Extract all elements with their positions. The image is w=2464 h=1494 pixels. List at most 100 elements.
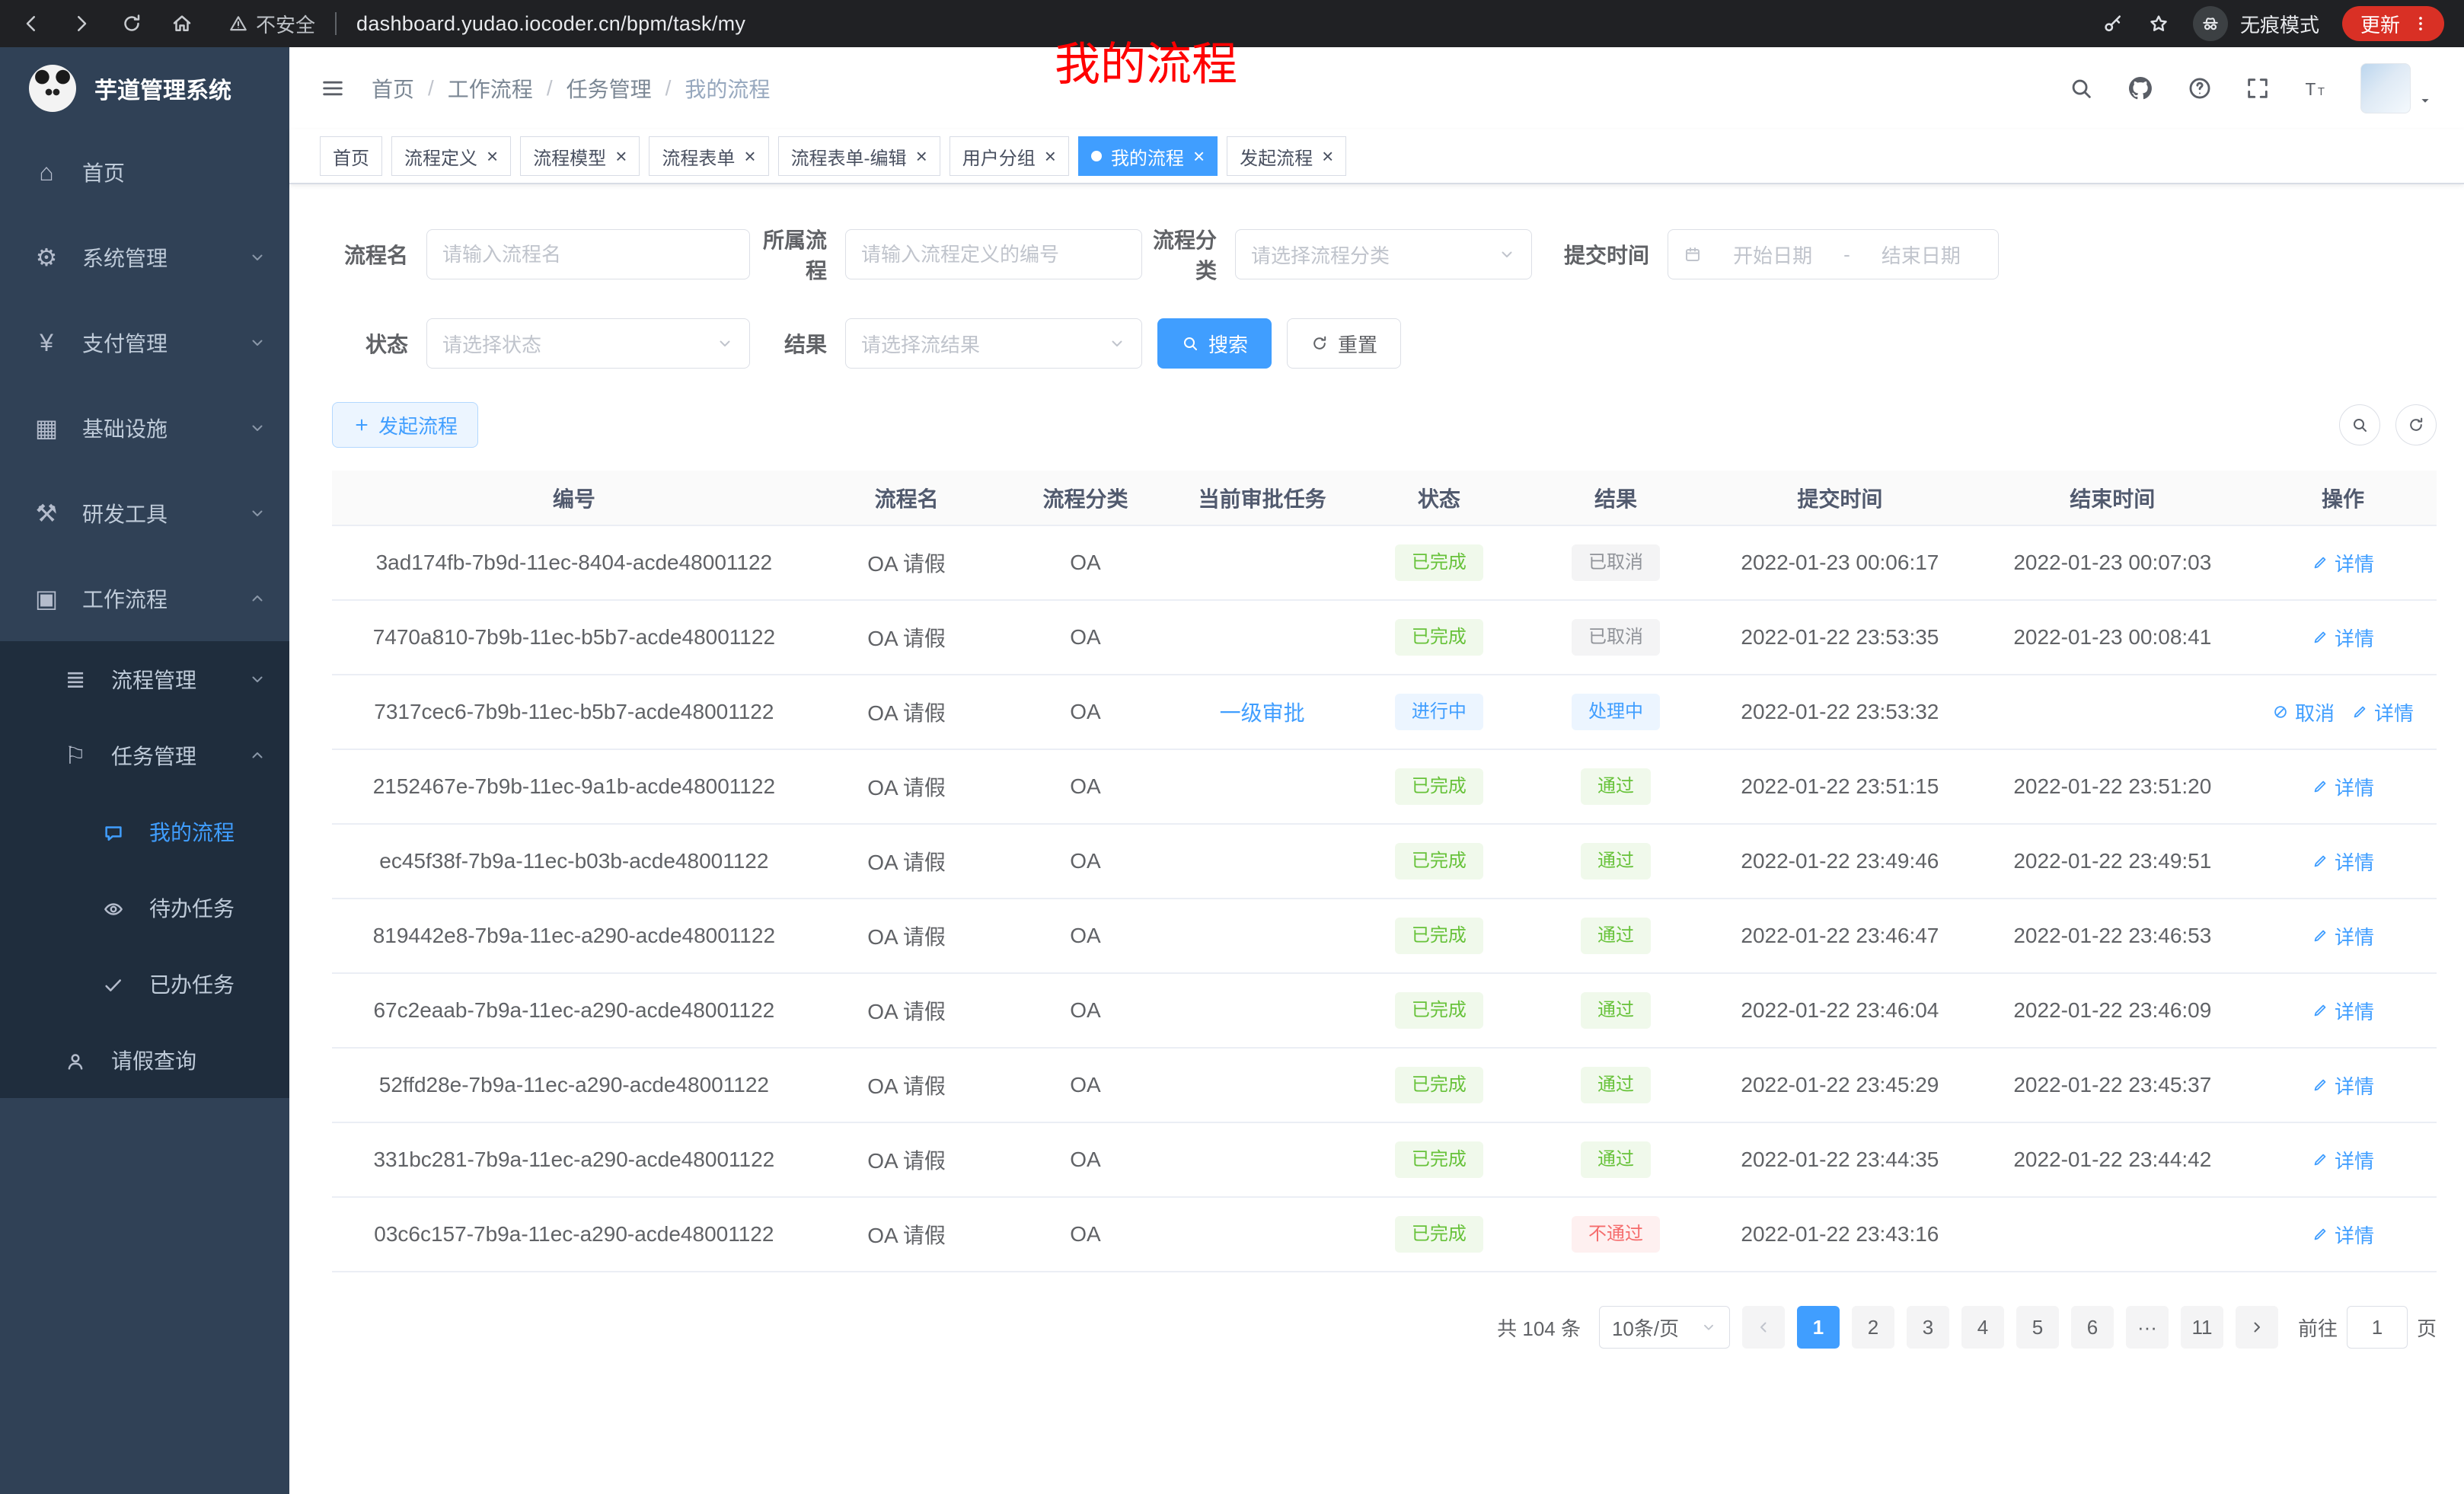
search-button[interactable]: 搜索 <box>1157 318 1272 369</box>
reload-button[interactable] <box>120 12 143 35</box>
page-button[interactable]: 11 <box>2181 1306 2223 1349</box>
tab-process-model[interactable]: 流程模型 × <box>520 136 640 176</box>
result-select[interactable]: 请选择流结果 <box>845 318 1142 369</box>
page-button[interactable]: 4 <box>1961 1306 2004 1349</box>
task-link[interactable]: 一级审批 <box>1220 701 1305 725</box>
reset-button[interactable]: 重置 <box>1287 318 1401 369</box>
sidebar-item-done-tasks[interactable]: 已办任务 <box>0 946 289 1022</box>
sidebar-item-label: 支付管理 <box>82 327 168 358</box>
cell-name: OA 请假 <box>816 824 997 899</box>
detail-link[interactable]: 详情 <box>2312 1221 2374 1249</box>
close-icon[interactable]: × <box>487 146 498 166</box>
detail-link[interactable]: 详情 <box>2312 848 2374 876</box>
page-button[interactable]: 3 <box>1907 1306 1949 1349</box>
forward-button[interactable] <box>70 12 93 35</box>
page-button[interactable]: 2 <box>1852 1306 1894 1349</box>
start-process-button[interactable]: 发起流程 <box>332 402 478 448</box>
tab-process-form-edit[interactable]: 流程表单-编辑 × <box>778 136 940 176</box>
check-icon <box>97 970 129 998</box>
search-icon[interactable] <box>2068 75 2094 101</box>
collapse-sidebar-button[interactable] <box>320 75 346 101</box>
next-page-button[interactable] <box>2236 1306 2278 1349</box>
sidebar-item-system[interactable]: ⚙ 系统管理 <box>0 215 289 300</box>
process-name-input[interactable] <box>442 243 734 267</box>
status-select[interactable]: 请选择状态 <box>426 318 750 369</box>
update-button[interactable]: 更新 <box>2342 6 2444 41</box>
home-button[interactable] <box>171 12 193 35</box>
refresh-table-button[interactable] <box>2395 404 2437 445</box>
edit-icon <box>2312 1226 2328 1243</box>
sidebar-item-task-mgmt[interactable]: ⚐ 任务管理 <box>0 717 289 793</box>
avatar-dropdown[interactable] <box>2360 63 2434 113</box>
key-icon[interactable] <box>2102 12 2124 35</box>
jump-page-input[interactable] <box>2347 1306 2408 1349</box>
edit-icon <box>2312 853 2328 870</box>
bookmark-star-button[interactable] <box>2147 12 2170 35</box>
cell-submit-time: 2022-01-22 23:45:29 <box>1704 1048 1976 1122</box>
tab-home[interactable]: 首页 <box>320 136 382 176</box>
close-icon[interactable]: × <box>1193 146 1205 166</box>
tab-my-process[interactable]: 我的流程 × <box>1078 136 1218 176</box>
status-badge: 已完成 <box>1395 918 1483 954</box>
breadcrumb-item[interactable]: 任务管理 <box>567 73 652 104</box>
detail-link[interactable]: 详情 <box>2351 698 2414 726</box>
back-button[interactable] <box>20 12 43 35</box>
process-def-input[interactable] <box>861 243 1126 267</box>
breadcrumb-item[interactable]: 首页 <box>372 73 414 104</box>
sidebar-item-devtools[interactable]: ⚒ 研发工具 <box>0 471 289 556</box>
sidebar-item-my-process[interactable]: 我的流程 <box>0 793 289 870</box>
cell-id: 67c2eaab-7b9a-11ec-a290-acde48001122 <box>332 973 816 1048</box>
detail-link[interactable]: 详情 <box>2312 549 2374 577</box>
close-icon[interactable]: × <box>1322 146 1333 166</box>
detail-link[interactable]: 详情 <box>2312 1071 2374 1100</box>
fullscreen-icon[interactable] <box>2245 75 2271 101</box>
page-button[interactable]: 5 <box>2016 1306 2059 1349</box>
detail-link[interactable]: 详情 <box>2312 997 2374 1025</box>
tab-user-group[interactable]: 用户分组 × <box>950 136 1069 176</box>
edit-icon <box>2312 927 2328 944</box>
tab-process-definition[interactable]: 流程定义 × <box>391 136 511 176</box>
result-badge: 已取消 <box>1572 619 1660 656</box>
detail-link[interactable]: 详情 <box>2312 922 2374 950</box>
detail-link[interactable]: 详情 <box>2312 1146 2374 1174</box>
sidebar-item-infrastructure[interactable]: ▦ 基础设施 <box>0 385 289 471</box>
cell-id: 2152467e-7b9b-11ec-9a1b-acde48001122 <box>332 749 816 824</box>
page-size-select[interactable]: 10条/页 <box>1599 1306 1730 1349</box>
toggle-search-button[interactable] <box>2339 404 2380 445</box>
close-icon[interactable]: × <box>916 146 927 166</box>
page-button[interactable]: 6 <box>2071 1306 2114 1349</box>
font-size-icon[interactable] <box>2303 75 2328 101</box>
category-select[interactable]: 请选择流程分类 <box>1235 229 1532 279</box>
close-icon[interactable]: × <box>744 146 755 166</box>
sidebar-item-home[interactable]: ⌂ 首页 <box>0 129 289 215</box>
github-icon[interactable] <box>2126 74 2155 103</box>
submit-time-range[interactable]: 开始日期 - 结束日期 <box>1668 229 1999 279</box>
detail-link[interactable]: 详情 <box>2312 773 2374 801</box>
avatar[interactable] <box>2360 63 2411 113</box>
sidebar-item-payment[interactable]: ¥ 支付管理 <box>0 300 289 385</box>
sidebar-item-leave-query[interactable]: 请假查询 <box>0 1022 289 1098</box>
logo-image <box>29 65 76 112</box>
close-icon[interactable]: × <box>1045 146 1056 166</box>
sidebar-item-workflow[interactable]: ▣ 工作流程 <box>0 556 289 641</box>
sidebar-item-todo-tasks[interactable]: 待办任务 <box>0 870 289 946</box>
col-category: 流程分类 <box>997 471 1173 525</box>
cell-id: 7317cec6-7b9b-11ec-b5b7-acde48001122 <box>332 675 816 749</box>
cancel-link[interactable]: 取消 <box>2272 698 2335 726</box>
page-button[interactable]: 1 <box>1797 1306 1840 1349</box>
result-badge: 通过 <box>1581 1067 1651 1103</box>
cell-category: OA <box>997 675 1173 749</box>
edit-icon <box>2312 554 2328 571</box>
app-logo[interactable]: 芋道管理系统 <box>0 47 289 129</box>
close-icon[interactable]: × <box>615 146 627 166</box>
help-icon[interactable] <box>2187 75 2213 101</box>
tab-start-process[interactable]: 发起流程 × <box>1227 136 1346 176</box>
prev-page-button[interactable] <box>1742 1306 1785 1349</box>
status-badge: 已完成 <box>1395 544 1483 581</box>
detail-link[interactable]: 详情 <box>2312 624 2374 652</box>
browser-menu-kebab-icon[interactable] <box>2411 14 2430 34</box>
breadcrumb-item[interactable]: 工作流程 <box>448 73 533 104</box>
sidebar-item-process-mgmt[interactable]: ≣ 流程管理 <box>0 641 289 717</box>
more-pages-button[interactable]: ··· <box>2126 1306 2169 1349</box>
tab-process-form[interactable]: 流程表单 × <box>649 136 768 176</box>
